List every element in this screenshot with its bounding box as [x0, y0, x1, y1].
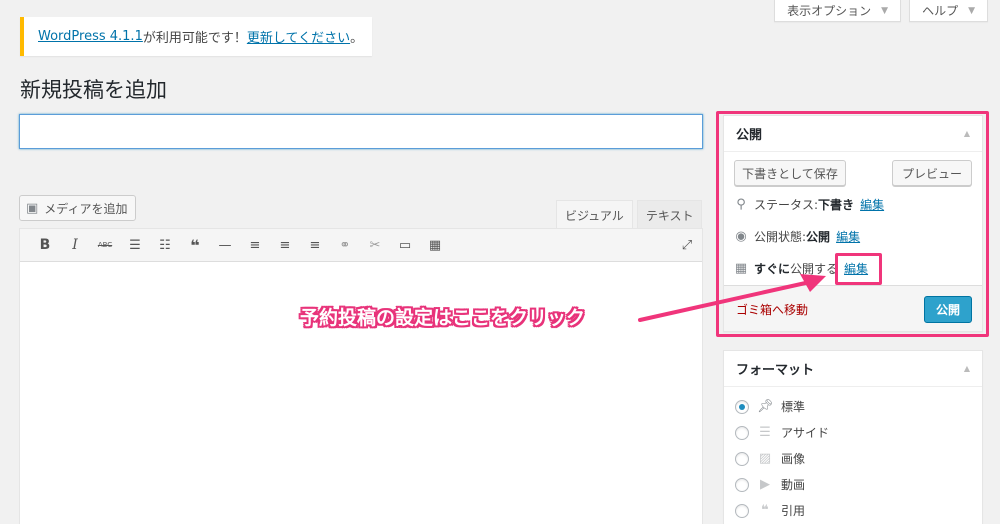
radio-button[interactable]	[735, 477, 749, 492]
schedule-label-bold: すぐに	[754, 262, 791, 276]
radio-button[interactable]	[735, 451, 749, 466]
tab-visual[interactable]: ビジュアル	[556, 200, 633, 229]
format-option-label: 動画	[781, 478, 806, 492]
post-title-input[interactable]	[19, 114, 703, 149]
publish-actions: ゴミ箱へ移動 公開	[724, 285, 982, 331]
fullscreen-icon[interactable]: ⤢	[672, 232, 702, 258]
publish-box-header[interactable]: 公開 ▲	[724, 116, 982, 152]
add-media-button[interactable]: ▣ メディアを追加	[19, 195, 137, 221]
editor-content-area[interactable]	[20, 262, 702, 524]
align-center-icon[interactable]: ≡	[270, 232, 300, 258]
radio-button[interactable]	[735, 503, 749, 518]
pin-icon: ⚲	[736, 197, 746, 212]
quote-icon: ❝	[761, 503, 769, 518]
add-media-label: メディアを追加	[44, 201, 128, 216]
italic-icon[interactable]: I	[60, 232, 90, 258]
status-label: ステータス:	[754, 198, 819, 212]
format-option-label: 画像	[781, 452, 806, 466]
schedule-row: ▦ すぐに 公開する 編集	[734, 260, 868, 277]
move-to-trash-link[interactable]: ゴミ箱へ移動	[736, 301, 808, 318]
unlink-icon[interactable]: ✂	[360, 232, 390, 258]
insert-link-icon[interactable]: ⚭	[330, 232, 360, 258]
format-option-aside[interactable]: ☰ アサイド	[735, 424, 829, 441]
schedule-edit-link[interactable]: 編集	[844, 260, 868, 277]
notice-text: が利用可能です！	[142, 31, 247, 46]
media-icon: ▣	[26, 200, 39, 216]
numbered-list-icon[interactable]: ☷	[150, 232, 180, 258]
publish-box: 公開 ▲ 下書きとして保存 プレビュー ⚲ ステータス: 下書き 編集 ◉ 公開…	[723, 115, 983, 332]
status-value: 下書き	[818, 198, 855, 212]
editor-tabs: ビジュアル テキスト	[556, 200, 703, 229]
collapse-arrow-icon[interactable]: ▲	[964, 364, 970, 373]
format-option-image[interactable]: ▨ 画像	[735, 450, 805, 467]
radio-button[interactable]	[735, 399, 749, 414]
chevron-down-icon: ▼	[881, 5, 889, 16]
publish-box-title: 公開	[736, 128, 763, 143]
status-edit-link[interactable]: 編集	[860, 196, 884, 213]
editor-toolbar: B I ABC ☰ ☷ ❝ — ≡ ≡ ≡ ⚭ ✂ ▭ ▦ ⤢	[20, 229, 702, 262]
notice-end: 。	[350, 31, 364, 46]
format-option-video[interactable]: ▶ 動画	[735, 476, 805, 493]
save-draft-button[interactable]: 下書きとして保存	[734, 160, 846, 186]
image-icon: ▨	[758, 451, 772, 466]
format-option-standard[interactable]: 📌︎ 標準	[735, 398, 805, 415]
update-link[interactable]: 更新してください	[247, 27, 350, 46]
format-box-title: フォーマット	[736, 363, 815, 378]
format-box-header[interactable]: フォーマット ▲	[724, 351, 982, 387]
eye-icon: ◉	[735, 229, 747, 244]
wordpress-version-link[interactable]: WordPress 4.1.1	[38, 29, 143, 44]
horizontal-rule-icon[interactable]: —	[210, 232, 240, 258]
align-right-icon[interactable]: ≡	[300, 232, 330, 258]
preview-button[interactable]: プレビュー	[892, 160, 972, 186]
video-icon: ▶	[760, 477, 770, 492]
schedule-label: 公開する	[790, 262, 839, 276]
format-option-label: 標準	[781, 400, 806, 414]
tab-text[interactable]: テキスト	[636, 200, 703, 229]
format-option-label: 引用	[781, 504, 806, 518]
publish-button[interactable]: 公開	[924, 296, 972, 323]
calendar-icon: ▦	[734, 261, 748, 276]
format-option-quote[interactable]: ❝ 引用	[735, 502, 805, 519]
collapse-arrow-icon[interactable]: ▲	[964, 129, 970, 138]
blockquote-icon[interactable]: ❝	[180, 232, 210, 258]
align-left-icon[interactable]: ≡	[240, 232, 270, 258]
format-box: フォーマット ▲ 📌︎ 標準 ☰ アサイド ▨ 画像 ▶ 動画 ❝ 引用	[723, 350, 983, 524]
status-row: ⚲ ステータス: 下書き 編集	[734, 196, 884, 213]
visibility-edit-link[interactable]: 編集	[836, 228, 860, 245]
help-label: ヘルプ	[922, 4, 959, 18]
visibility-value: 公開	[806, 230, 831, 244]
toolbar-toggle-icon[interactable]: ▦	[420, 232, 450, 258]
strikethrough-icon[interactable]: ABC	[90, 232, 120, 258]
screen-meta-links: 表示オプション ▼ ヘルプ ▼	[774, 0, 988, 22]
bulleted-list-icon[interactable]: ☰	[120, 232, 150, 258]
update-notice: WordPress 4.1.1 が利用可能です！ 更新してください 。	[20, 17, 372, 56]
pin-icon: 📌︎	[757, 399, 774, 414]
display-options-button[interactable]: 表示オプション ▼	[774, 0, 902, 22]
format-option-label: アサイド	[781, 426, 830, 440]
page-title: 新規投稿を追加	[20, 78, 167, 102]
help-button[interactable]: ヘルプ ▼	[909, 0, 988, 22]
insert-more-icon[interactable]: ▭	[390, 232, 420, 258]
visibility-row: ◉ 公開状態: 公開 編集	[734, 228, 860, 245]
radio-button[interactable]	[735, 425, 749, 440]
visibility-label: 公開状態:	[754, 230, 807, 244]
bold-icon[interactable]: B	[30, 232, 60, 258]
annotation-callout: 予約投稿の設定はここをクリック	[300, 307, 586, 329]
post-editor: B I ABC ☰ ☷ ❝ — ≡ ≡ ≡ ⚭ ✂ ▭ ▦ ⤢	[19, 228, 703, 524]
display-options-label: 表示オプション	[787, 4, 872, 18]
aside-icon: ☰	[759, 425, 771, 440]
chevron-down-icon: ▼	[968, 5, 975, 16]
